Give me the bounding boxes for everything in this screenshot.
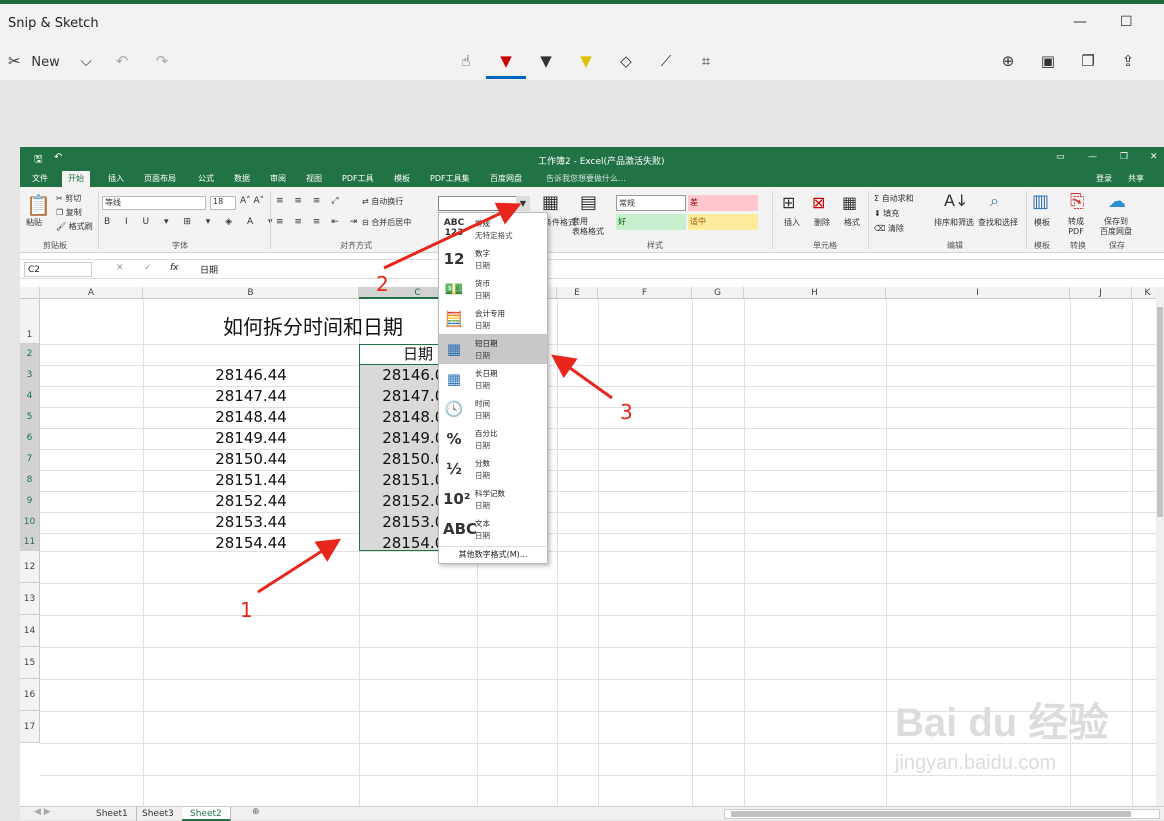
annotation-label-3: 3 — [620, 400, 633, 424]
arrow-1 — [257, 538, 342, 594]
watermark-url: jingyan.baidu.com — [895, 752, 1057, 774]
watermark-brand: Bai du 经验 — [895, 701, 1109, 745]
arrow-3 — [551, 354, 613, 400]
baidu-watermark: Bai du 经验 jingyan.baidu.com — [895, 690, 1155, 790]
annotation-label-1: 1 — [240, 598, 253, 622]
annotation-label-2: 2 — [376, 272, 389, 296]
arrow-2 — [383, 202, 522, 270]
